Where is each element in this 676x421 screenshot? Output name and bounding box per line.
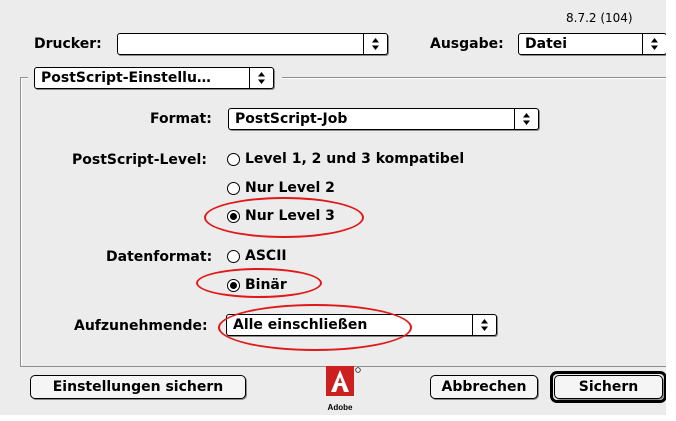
option-level-123-label: Level 1, 2 und 3 kompatibel — [245, 151, 465, 167]
up-down-arrows-icon — [514, 109, 538, 129]
bottom-margin — [0, 415, 676, 421]
cancel-button[interactable]: Abbrechen — [430, 375, 538, 399]
annotation-ellipse-binary — [196, 268, 322, 298]
annotation-ellipse-include — [218, 304, 412, 351]
data-format-label: Datenformat: — [106, 249, 213, 265]
radio-level-2[interactable] — [227, 182, 240, 195]
save-settings-button[interactable]: Einstellungen sichern — [30, 375, 246, 399]
up-down-arrows-icon — [642, 34, 666, 54]
option-ascii-label: ASCII — [245, 248, 287, 264]
include-label: Aufzunehmende: — [74, 318, 208, 334]
adobe-wordmark: Adobe — [327, 403, 353, 412]
right-margin — [666, 0, 676, 421]
up-down-arrows-icon — [472, 315, 496, 335]
version-label: 8.7.2 (104) — [566, 11, 633, 25]
format-popup[interactable]: PostScript-Job — [228, 108, 539, 130]
output-value: Datei — [525, 36, 568, 52]
radio-level-123[interactable] — [227, 153, 240, 166]
option-level-2-label: Nur Level 2 — [245, 180, 335, 196]
radio-ascii[interactable] — [227, 250, 240, 263]
save-button[interactable]: Sichern — [554, 375, 663, 399]
section-popup-value: PostScript-Einstellu… — [41, 70, 211, 86]
print-dialog: 8.7.2 (104) Drucker: Ausgabe: Datei Post… — [0, 0, 676, 421]
format-label: Format: — [150, 111, 212, 127]
up-down-arrows-icon — [249, 68, 273, 88]
printer-popup[interactable] — [117, 33, 388, 55]
printer-label: Drucker: — [34, 36, 102, 52]
section-popup[interactable]: PostScript-Einstellu… — [34, 67, 274, 89]
output-label: Ausgabe: — [430, 36, 504, 52]
ps-level-label: PostScript-Level: — [72, 152, 207, 168]
output-popup[interactable]: Datei — [518, 33, 667, 55]
annotation-ellipse-level3 — [204, 197, 364, 238]
up-down-arrows-icon — [363, 34, 387, 54]
format-value: PostScript-Job — [235, 111, 348, 127]
